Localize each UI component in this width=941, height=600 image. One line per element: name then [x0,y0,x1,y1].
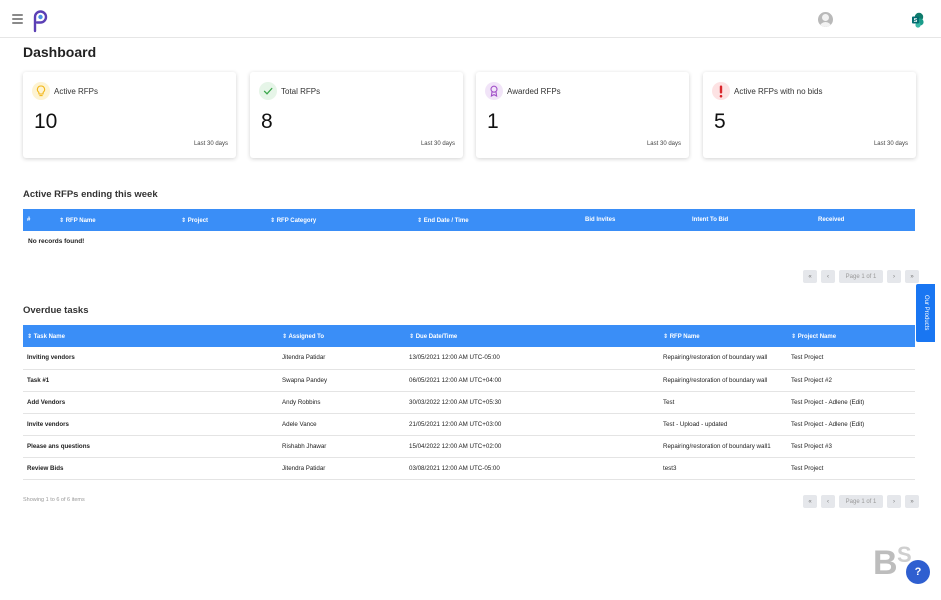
help-icon[interactable]: ? [906,560,930,584]
no-records-message: No records found! [28,238,85,245]
overdue-tasks-pagination: « ‹ Page 1 of 1 › » [803,495,919,508]
next-page-button[interactable]: › [887,495,901,508]
project-name-cell: Test Project [787,457,915,480]
column-header-project[interactable]: ⇕ Project [177,209,266,231]
prev-page-button[interactable]: ‹ [821,495,835,508]
project-name-cell: Test Project [787,347,915,370]
kpi-label: Awarded RFPs [507,87,561,96]
p-logo-icon[interactable] [32,9,48,33]
assigned-to-cell: Swapna Pandey [278,369,405,392]
active-rfps-title: Active RFPs ending this week [23,189,158,200]
assigned-to-cell: Rishabh Jhawar [278,435,405,458]
first-page-button[interactable]: « [803,270,817,283]
kpi-card-awarded-rfps[interactable]: Awarded RFPs 1 Last 30 days [476,72,689,158]
task-name-cell[interactable]: Inviting vendors [23,347,278,370]
active-rfps-pagination: « ‹ Page 1 of 1 › » [803,270,919,283]
page-title: Dashboard [23,44,97,60]
table-row[interactable]: Review Bids Jitendra Patidar 03/08/2021 … [23,457,915,480]
column-header-due-date[interactable]: ⇕ Due Date/Time [405,325,659,347]
table-row[interactable]: Add Vendors Andy Robbins 30/03/2022 12:0… [23,391,915,414]
task-name-cell[interactable]: Add Vendors [23,391,278,414]
column-header-received: Received [814,209,915,231]
project-name-cell: Test Project #2 [787,369,915,392]
table-header-row: ⇕ Task Name ⇕ Assigned To ⇕ Due Date/Tim… [23,325,915,347]
last-page-button[interactable]: » [905,270,919,283]
page-indicator: Page 1 of 1 [839,495,883,508]
task-name-cell[interactable]: Please ans questions [23,435,278,458]
project-name-cell: Test Project - Adlene (Edit) [787,413,915,436]
our-products-tab[interactable]: Our Products [916,284,935,342]
due-date-cell: 06/05/2021 12:00 AM UTC+04:00 [405,369,659,392]
table-row[interactable]: Please ans questions Rishabh Jhawar 15/0… [23,435,915,458]
due-date-cell: 21/05/2021 12:00 AM UTC+03:00 [405,413,659,436]
due-date-cell: 30/03/2022 12:00 AM UTC+05:30 [405,391,659,414]
kpi-value: 8 [261,110,273,133]
assigned-to-cell: Jitendra Patidar [278,457,405,480]
rfp-name-cell: test3 [659,457,787,480]
kpi-card-active-rfps[interactable]: Active RFPs 10 Last 30 days [23,72,236,158]
rfp-name-cell: Test - Upload - updated [659,413,787,436]
assigned-to-cell: Jitendra Patidar [278,347,405,370]
kpi-period: Last 30 days [646,141,681,147]
kpi-label: Active RFPs [54,87,99,96]
kpi-period: Last 30 days [873,141,908,147]
due-date-cell: 03/08/2021 12:00 AM UTC-05:00 [405,457,659,480]
check-icon [259,82,277,100]
task-name-cell[interactable]: Task #1 [23,369,278,392]
active-rfps-table: # ⇕ RFP Name ⇕ Project ⇕ RFP Category ⇕ … [23,209,915,231]
kpi-value: 1 [487,110,499,133]
kpi-label: Total RFPs [281,87,321,96]
rfp-name-cell: Repairing/restoration of boundary wall [659,369,787,392]
kpi-period: Last 30 days [420,141,455,147]
table-row[interactable]: Task #1 Swapna Pandey 06/05/2021 12:00 A… [23,369,915,392]
overdue-tasks-table: ⇕ Task Name ⇕ Assigned To ⇕ Due Date/Tim… [23,325,915,480]
column-header-rfp-name[interactable]: ⇕ RFP Name [55,209,177,231]
task-name-cell[interactable]: Invite vendors [23,413,278,436]
project-name-cell: Test Project - Adlene (Edit) [787,391,915,414]
award-icon [485,82,503,100]
table-header-row: # ⇕ RFP Name ⇕ Project ⇕ RFP Category ⇕ … [23,209,915,231]
table-row[interactable]: Inviting vendors Jitendra Patidar 13/05/… [23,347,915,370]
rfp-name-cell: Repairing/restoration of boundary wall [659,347,787,370]
kpi-card-no-bids[interactable]: Active RFPs with no bids 5 Last 30 days [703,72,916,158]
rfp-name-cell: Test [659,391,787,414]
column-header-intent-to-bid: Intent To Bid [688,209,814,231]
kpi-value: 10 [34,110,58,133]
kpi-period: Last 30 days [193,141,228,147]
column-header-number: # [23,209,55,231]
kpi-value: 5 [714,110,726,133]
column-header-rfp-category[interactable]: ⇕ RFP Category [266,209,413,231]
column-header-end-date[interactable]: ⇕ End Date / Time [413,209,581,231]
next-page-button[interactable]: › [887,270,901,283]
user-avatar-icon[interactable] [818,12,833,27]
project-name-cell: Test Project #3 [787,435,915,458]
assigned-to-cell: Andy Robbins [278,391,405,414]
page-indicator: Page 1 of 1 [839,270,883,283]
assigned-to-cell: Adele Vance [278,413,405,436]
column-header-assigned-to[interactable]: ⇕ Assigned To [278,325,405,347]
column-header-bid-invites: Bid Invites [581,209,688,231]
top-bar: S [0,0,941,38]
items-count-text: Showing 1 to 6 of 6 items [23,497,85,503]
svg-text:S: S [914,18,918,24]
sharepoint-icon[interactable]: S [911,12,925,28]
column-header-project-name[interactable]: ⇕ Project Name [787,325,915,347]
exclamation-icon [712,82,730,100]
task-name-cell[interactable]: Review Bids [23,457,278,480]
last-page-button[interactable]: » [905,495,919,508]
kpi-label: Active RFPs with no bids [734,87,823,96]
column-header-rfp-name[interactable]: ⇕ RFP Name [659,325,787,347]
column-header-task-name[interactable]: ⇕ Task Name [23,325,278,347]
rfp-name-cell: Repairing/restoration of boundary wall1 [659,435,787,458]
kpi-card-total-rfps[interactable]: Total RFPs 8 Last 30 days [250,72,463,158]
due-date-cell: 15/04/2022 12:00 AM UTC+02:00 [405,435,659,458]
svg-text:B: B [873,544,898,578]
overdue-tasks-title: Overdue tasks [23,305,89,316]
lightbulb-icon [32,82,50,100]
prev-page-button[interactable]: ‹ [821,270,835,283]
due-date-cell: 13/05/2021 12:00 AM UTC-05:00 [405,347,659,370]
table-row[interactable]: Invite vendors Adele Vance 21/05/2021 12… [23,413,915,436]
first-page-button[interactable]: « [803,495,817,508]
hamburger-icon[interactable] [12,14,23,24]
